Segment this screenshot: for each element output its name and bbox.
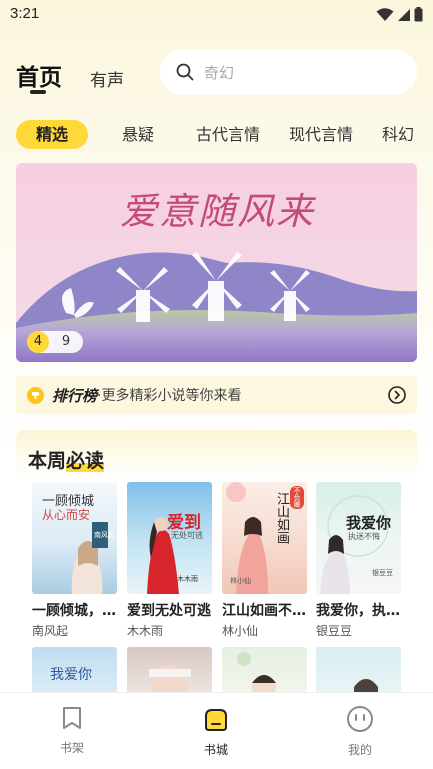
category-suspense[interactable]: 悬疑: [122, 120, 154, 149]
nav-bookstore-label: 书城: [203, 743, 228, 757]
search-input[interactable]: 奇幻: [160, 49, 417, 95]
tab-home-label: 首页: [16, 65, 62, 91]
book-card[interactable]: 江山如画 不负卿 林小仙 江山如画不负卿 林小仙: [222, 482, 307, 639]
chevron-right-icon[interactable]: [388, 386, 406, 404]
book-card[interactable]: 一顾倾城 从心而安 南风起 一顾倾城，从心而安 南风起: [32, 482, 117, 639]
book-author: 林小仙: [222, 624, 259, 638]
weekly-title-prefix: 本周: [28, 450, 67, 472]
book-title: 我爱你，执迷不悔: [316, 603, 401, 619]
nav-bookstore[interactable]: 书城: [186, 705, 246, 758]
active-tab-indicator: [30, 90, 46, 94]
book-author: 南风起: [32, 624, 69, 638]
book-author: 银豆豆: [316, 624, 353, 638]
pager-total: 9: [61, 334, 71, 349]
bottom-nav: 书架 书城 我的: [0, 692, 433, 769]
cover-badge: 银豆豆: [372, 569, 393, 577]
banner-pager: 4 9: [27, 331, 83, 353]
wifi-icon: [376, 7, 394, 21]
store-icon: [205, 709, 227, 731]
cover-subtitle: 不负卿: [290, 486, 304, 509]
ranking-subtitle: ·更多精彩小说等你来看: [97, 388, 242, 404]
book-cover: 我爱你 执迷不悔 银豆豆: [316, 482, 401, 594]
weekly-title-accent: 必读: [66, 450, 105, 472]
status-time: 3:21: [10, 5, 40, 22]
book-title: 一顾倾城，从心而安: [32, 603, 117, 619]
trophy-icon: [27, 386, 44, 404]
book-cover: 江山如画 不负卿 林小仙: [222, 482, 307, 594]
weekly-title: 本周必读: [28, 446, 105, 473]
cover-subtitle: 执迷不悔: [348, 532, 380, 541]
nav-profile[interactable]: 我的: [330, 705, 390, 758]
pager-current: 4: [27, 331, 49, 353]
cover-title: 我爱你: [346, 514, 392, 532]
category-tabs: 精选 悬疑 古代言情 现代言情 科幻: [16, 120, 433, 149]
tab-home[interactable]: 首页: [16, 58, 62, 94]
profile-icon: [347, 706, 373, 732]
tab-audio[interactable]: 有声: [90, 66, 124, 92]
book-cover: 爱到 无处可逃 木木雨: [127, 482, 212, 594]
book-title: 江山如画不负卿: [222, 603, 307, 619]
banner-carousel[interactable]: 爱意随风来 4 9: [16, 163, 417, 362]
banner-title: 爱意随风来: [120, 190, 315, 233]
cover-subtitle: 无处可逃: [171, 531, 203, 540]
nav-bookshelf[interactable]: 书架: [42, 705, 102, 756]
cover-badge: 木木雨: [177, 575, 198, 583]
book-title: 爱到无处可逃: [127, 603, 211, 619]
book-card[interactable]: 我爱你 执迷不悔 银豆豆 我爱你，执迷不悔 银豆豆: [316, 482, 401, 639]
ranking-title: 排行榜: [52, 386, 98, 405]
svg-text:我爱你: 我爱你: [50, 667, 92, 683]
weekly-section: 本周必读 一顾倾城 从心而安 南风起 一顾倾城，从心而安 南风起 爱到: [16, 430, 417, 710]
search-icon: [176, 63, 194, 81]
signal-icon: [398, 8, 410, 21]
book-cover: 一顾倾城 从心而安 南风起: [32, 482, 117, 594]
battery-icon: [414, 7, 423, 22]
category-ancient-romance[interactable]: 古代言情: [196, 120, 260, 149]
nav-profile-label: 我的: [347, 743, 372, 757]
nav-bookshelf-label: 书架: [59, 741, 84, 755]
bookmark-icon: [63, 707, 81, 729]
book-card[interactable]: 爱到 无处可逃 木木雨 爱到无处可逃 木木雨: [127, 482, 212, 639]
book-author: 木木雨: [127, 624, 164, 638]
ranking-entry[interactable]: 排行榜 ·更多精彩小说等你来看: [16, 376, 417, 414]
category-featured[interactable]: 精选: [16, 120, 88, 149]
category-scifi[interactable]: 科幻: [382, 120, 414, 149]
search-placeholder: 奇幻: [204, 63, 235, 82]
header-tabs: 首页 有声: [16, 58, 124, 94]
cover-badge: 南风起: [94, 531, 115, 539]
category-modern-romance[interactable]: 现代言情: [289, 120, 353, 149]
status-bar: 3:21: [0, 0, 433, 30]
cover-title: 江山如画: [274, 492, 289, 544]
cover-subtitle: 从心而安: [42, 508, 91, 522]
status-icons: [376, 7, 423, 22]
cover-badge: 林小仙: [230, 577, 251, 585]
